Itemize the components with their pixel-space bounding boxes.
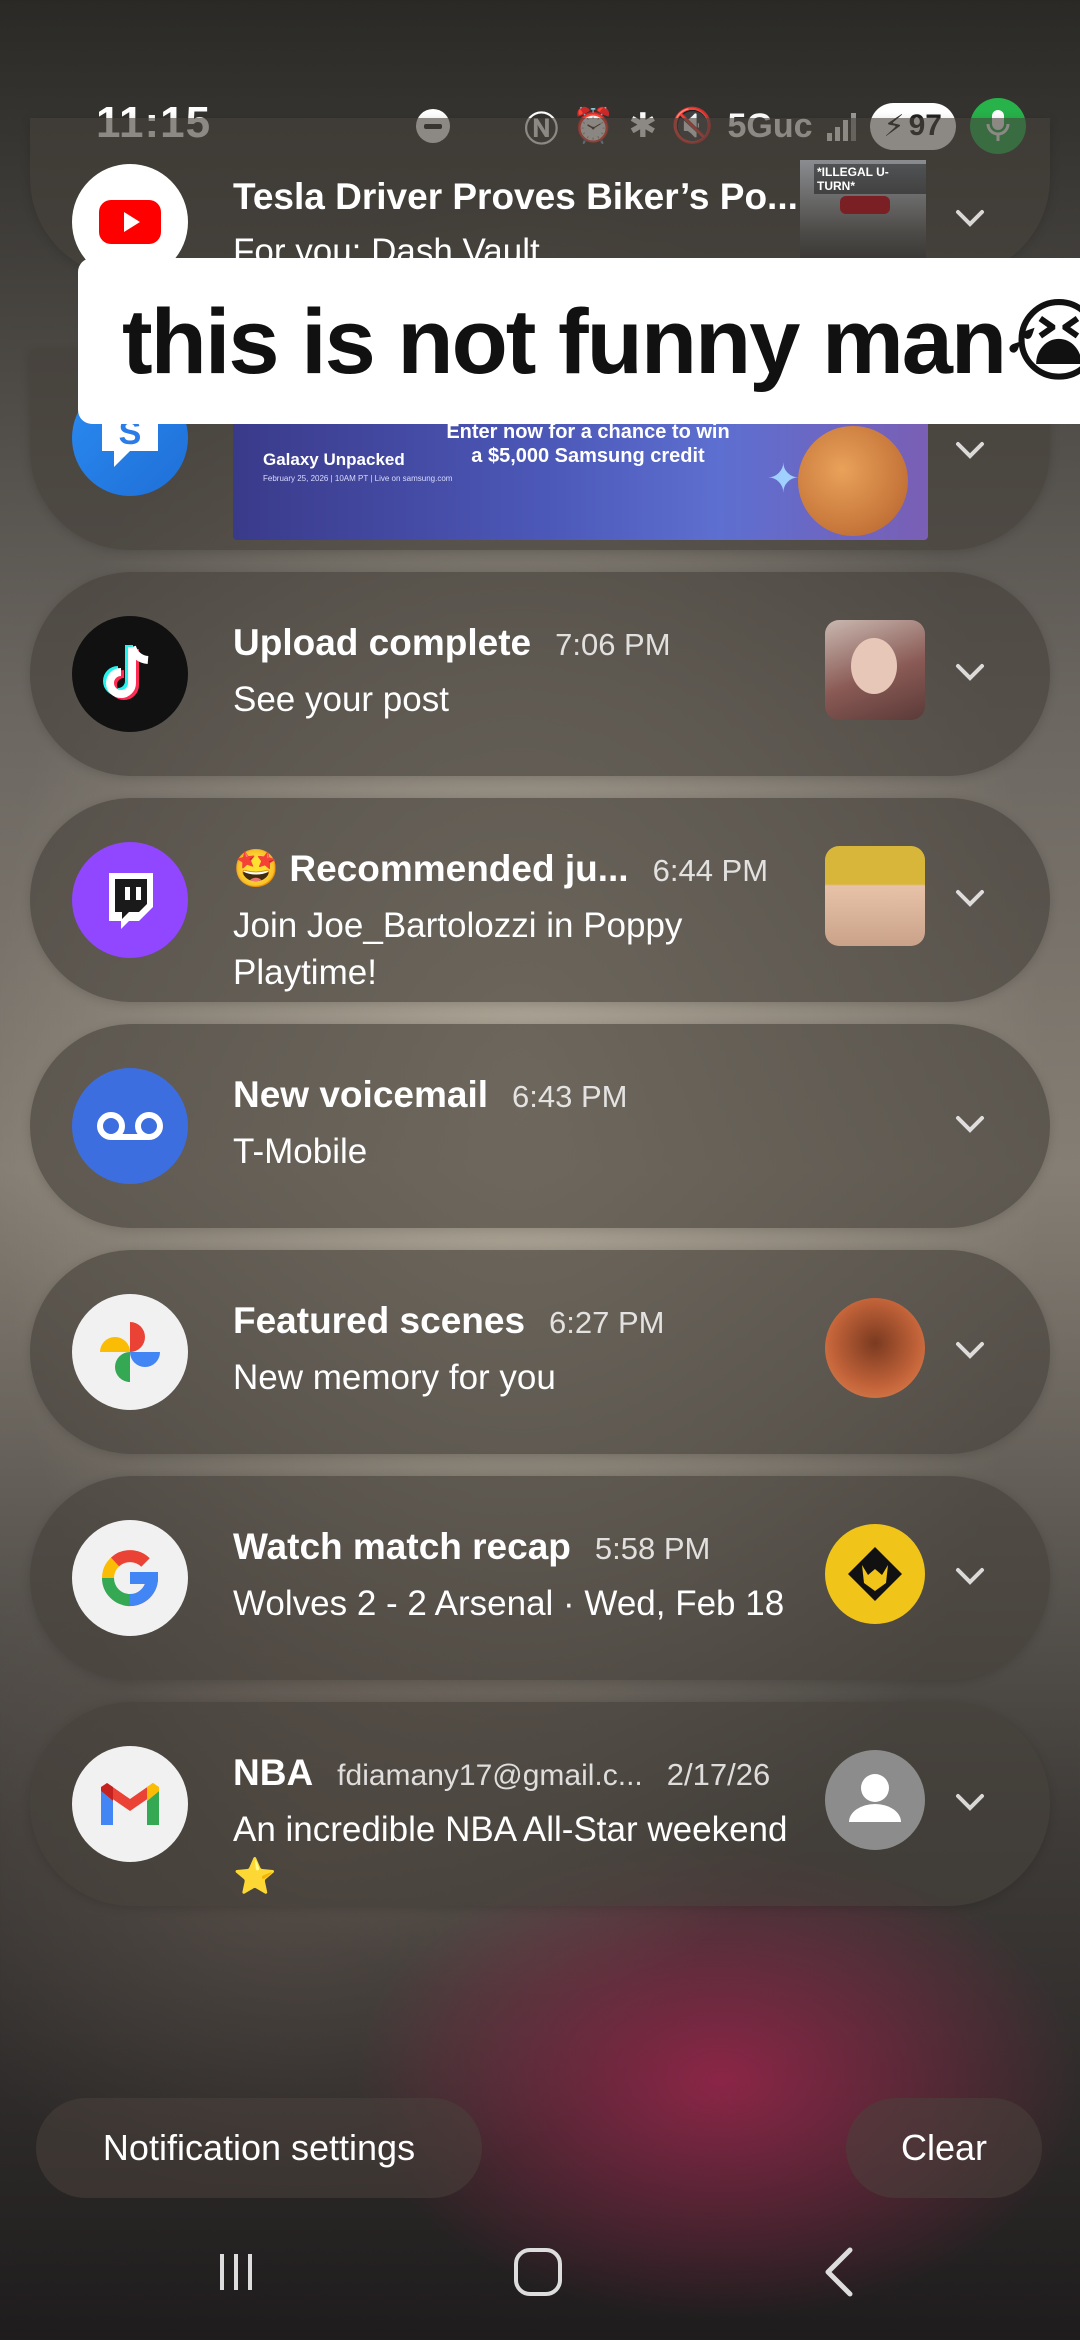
notification-time: 6:44 PM (652, 853, 769, 888)
notification-google-photos[interactable]: Featured scenes 6:27 PM New memory for y… (30, 1250, 1050, 1454)
notification-tiktok[interactable]: Upload complete 7:06 PM See your post (30, 572, 1050, 776)
video-caption: this is not funny man😭 (78, 258, 1080, 424)
notification-title: 🤩 Recommended ju... (233, 848, 629, 889)
home-icon[interactable] (508, 2242, 568, 2302)
notification-gmail[interactable]: NBA fdiamany17@gmail.c... 2/17/26 An inc… (30, 1702, 1050, 1906)
chevron-down-icon[interactable] (950, 430, 990, 470)
notification-body: See your post (233, 680, 449, 719)
face-shape (851, 638, 897, 694)
notification-title: NBA (233, 1752, 314, 1793)
google-photos-icon (72, 1294, 188, 1410)
twitch-icon (72, 842, 188, 958)
notification-title: Tesla Driver Proves Biker’s Po... (233, 176, 798, 217)
recent-apps-icon[interactable] (206, 2242, 266, 2302)
banner-offer: Enter now for a chance to win a $5,000 S… (446, 421, 730, 467)
chevron-down-icon[interactable] (950, 1556, 990, 1596)
chevron-down-icon[interactable] (950, 652, 990, 692)
back-icon[interactable] (812, 2242, 872, 2302)
memory-thumbnail (825, 1298, 925, 1398)
thumbnail-label: *ILLEGAL U-TURN* (814, 164, 926, 194)
streamer-thumbnail (825, 846, 925, 946)
voicemail-icon (72, 1068, 188, 1184)
sparkle-icon: ✦ (766, 457, 800, 501)
notification-youtube[interactable]: Tesla Driver Proves Biker’s Po... For yo… (30, 118, 1050, 278)
tiktok-icon (72, 616, 188, 732)
notification-time: 2/17/26 (666, 1757, 771, 1792)
promo-banner[interactable]: Galaxy Unpacked February 25, 2026 | 10AM… (233, 416, 928, 540)
chevron-down-icon[interactable] (950, 878, 990, 918)
notification-title: Watch match recap (233, 1526, 571, 1567)
chevron-down-icon[interactable] (950, 1330, 990, 1370)
chevron-down-icon[interactable] (950, 1104, 990, 1144)
clear-button[interactable]: Clear (846, 2098, 1042, 2198)
gmail-icon (72, 1746, 188, 1862)
notification-google[interactable]: Watch match recap 5:58 PM Wolves 2 - 2 A… (30, 1476, 1050, 1680)
notification-time: 6:27 PM (549, 1305, 665, 1340)
notification-time: 7:06 PM (555, 627, 671, 662)
post-thumbnail (825, 620, 925, 720)
notification-twitch[interactable]: 🤩 Recommended ju... 6:44 PM Join Joe_Bar… (30, 798, 1050, 1002)
notification-body: T-Mobile (233, 1132, 368, 1171)
notification-title: Upload complete (233, 622, 532, 663)
notification-account: fdiamany17@gmail.c... (337, 1759, 643, 1792)
notification-body: Wolves 2 - 2 Arsenal · Wed, Feb 18 (233, 1584, 785, 1623)
notification-body: New memory for you (233, 1358, 556, 1397)
notification-body: An incredible NBA All-Star weekend ⭐ (233, 1810, 788, 1896)
navigation-bar (0, 2220, 1080, 2330)
notification-time: 5:58 PM (594, 1531, 711, 1566)
banner-heading: Galaxy Unpacked (263, 450, 405, 469)
car-shape (840, 196, 890, 214)
sender-avatar (825, 1750, 925, 1850)
chevron-down-icon[interactable] (950, 198, 990, 238)
notification-title: New voicemail (233, 1074, 489, 1115)
google-icon (72, 1520, 188, 1636)
notification-body: Join Joe_Bartolozzi in Poppy Playtime! (233, 906, 683, 992)
notification-title: Featured scenes (233, 1300, 526, 1341)
notification-voicemail[interactable]: New voicemail 6:43 PM T-Mobile (30, 1024, 1050, 1228)
wolves-crest-icon (825, 1524, 925, 1624)
notification-time: 6:43 PM (512, 1079, 628, 1114)
notification-settings-button[interactable]: Notification settings (36, 2098, 482, 2198)
chevron-down-icon[interactable] (950, 1782, 990, 1822)
mascot-image (798, 426, 908, 536)
banner-fine-print: February 25, 2026 | 10AM PT | Live on sa… (263, 474, 453, 483)
